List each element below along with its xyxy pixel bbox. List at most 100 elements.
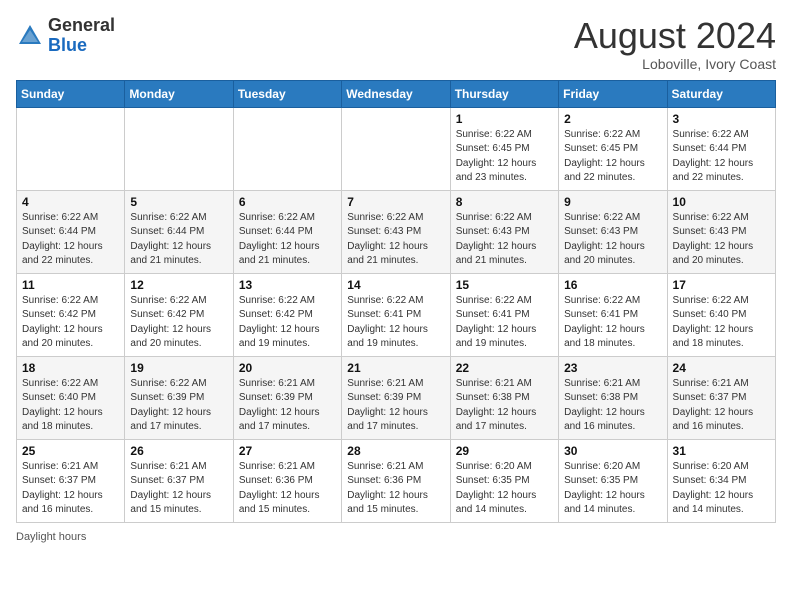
calendar-cell: 6Sunrise: 6:22 AM Sunset: 6:44 PM Daylig… [233,190,341,273]
day-detail: Sunrise: 6:21 AM Sunset: 6:36 PM Dayligh… [347,460,444,518]
calendar-cell: 23Sunrise: 6:21 AM Sunset: 6:38 PM Dayli… [559,356,667,439]
calendar-day-header: Sunday [17,80,125,107]
day-detail: Sunrise: 6:20 AM Sunset: 6:34 PM Dayligh… [673,460,770,518]
footer-note: Daylight hours [16,531,776,543]
daylight-hours-label: Daylight hours [16,531,86,543]
day-detail: Sunrise: 6:21 AM Sunset: 6:37 PM Dayligh… [130,460,227,518]
calendar-cell: 19Sunrise: 6:22 AM Sunset: 6:39 PM Dayli… [125,356,233,439]
calendar-week-row: 18Sunrise: 6:22 AM Sunset: 6:40 PM Dayli… [17,356,776,439]
day-number: 25 [22,444,119,458]
day-number: 31 [673,444,770,458]
day-detail: Sunrise: 6:22 AM Sunset: 6:41 PM Dayligh… [456,294,553,352]
day-detail: Sunrise: 6:21 AM Sunset: 6:36 PM Dayligh… [239,460,336,518]
day-detail: Sunrise: 6:22 AM Sunset: 6:40 PM Dayligh… [673,294,770,352]
month-year: August 2024 [574,16,776,56]
day-detail: Sunrise: 6:21 AM Sunset: 6:39 PM Dayligh… [239,377,336,435]
day-number: 15 [456,278,553,292]
day-detail: Sunrise: 6:22 AM Sunset: 6:44 PM Dayligh… [673,128,770,186]
day-detail: Sunrise: 6:22 AM Sunset: 6:45 PM Dayligh… [564,128,661,186]
calendar-cell: 17Sunrise: 6:22 AM Sunset: 6:40 PM Dayli… [667,273,775,356]
calendar-day-header: Wednesday [342,80,450,107]
calendar-cell [17,107,125,190]
calendar-cell: 1Sunrise: 6:22 AM Sunset: 6:45 PM Daylig… [450,107,558,190]
day-detail: Sunrise: 6:21 AM Sunset: 6:39 PM Dayligh… [347,377,444,435]
day-detail: Sunrise: 6:21 AM Sunset: 6:37 PM Dayligh… [22,460,119,518]
calendar-day-header: Thursday [450,80,558,107]
day-number: 27 [239,444,336,458]
calendar-cell: 4 Sunrise: 6:22 AM Sunset: 6:44 PM Daylig… [17,190,125,273]
calendar-week-row: 1Sunrise: 6:22 AM Sunset: 6:45 PM Daylig… [17,107,776,190]
calendar-cell: 27 Sunrise: 6:21 AM Sunset: 6:36 PM Dayli… [233,439,341,522]
day-number: 21 [347,361,444,375]
day-number: 3 [673,112,770,126]
calendar-cell [125,107,233,190]
day-number: 13 [239,278,336,292]
day-number: 4 [22,195,119,209]
calendar-day-header: Saturday [667,80,775,107]
day-number: 9 [564,195,661,209]
day-detail: Sunrise: 6:21 AM Sunset: 6:38 PM Dayligh… [564,377,661,435]
day-number: 16 [564,278,661,292]
day-number: 24 [673,361,770,375]
title-block: August 2024 Loboville, Ivory Coast [574,16,776,72]
day-number: 22 [456,361,553,375]
page-header: General Blue August 2024 Loboville, Ivor… [16,16,776,72]
day-detail: Sunrise: 6:21 AM Sunset: 6:38 PM Dayligh… [456,377,553,435]
calendar-cell: 21 Sunrise: 6:21 AM Sunset: 6:39 PM Dayli… [342,356,450,439]
day-detail: Sunrise: 6:22 AM Sunset: 6:43 PM Dayligh… [564,211,661,269]
day-number: 20 [239,361,336,375]
calendar-cell: 7Sunrise: 6:22 AM Sunset: 6:43 PM Daylig… [342,190,450,273]
calendar-cell: 20 Sunrise: 6:21 AM Sunset: 6:39 PM Dayli… [233,356,341,439]
calendar-week-row: 11Sunrise: 6:22 AM Sunset: 6:42 PM Dayli… [17,273,776,356]
day-number: 5 [130,195,227,209]
logo-general: General [48,15,115,35]
day-number: 18 [22,361,119,375]
day-detail: Sunrise: 6:22 AM Sunset: 6:42 PM Dayligh… [22,294,119,352]
day-detail: Sunrise: 6:20 AM Sunset: 6:35 PM Dayligh… [456,460,553,518]
day-number: 26 [130,444,227,458]
calendar-cell: 8 Sunrise: 6:22 AM Sunset: 6:43 PM Daylig… [450,190,558,273]
calendar-week-row: 4 Sunrise: 6:22 AM Sunset: 6:44 PM Daylig… [17,190,776,273]
calendar-cell: 13 Sunrise: 6:22 AM Sunset: 6:42 PM Dayli… [233,273,341,356]
day-detail: Sunrise: 6:21 AM Sunset: 6:37 PM Dayligh… [673,377,770,435]
day-detail: Sunrise: 6:22 AM Sunset: 6:41 PM Dayligh… [347,294,444,352]
calendar-cell: 14 Sunrise: 6:22 AM Sunset: 6:41 PM Dayli… [342,273,450,356]
calendar-cell: 10 Sunrise: 6:22 AM Sunset: 6:43 PM Dayli… [667,190,775,273]
calendar-cell [233,107,341,190]
day-number: 8 [456,195,553,209]
day-detail: Sunrise: 6:22 AM Sunset: 6:42 PM Dayligh… [130,294,227,352]
day-detail: Sunrise: 6:22 AM Sunset: 6:44 PM Dayligh… [239,211,336,269]
day-detail: Sunrise: 6:22 AM Sunset: 6:43 PM Dayligh… [456,211,553,269]
logo: General Blue [16,16,115,56]
calendar-cell: 16 Sunrise: 6:22 AM Sunset: 6:41 PM Dayli… [559,273,667,356]
calendar-cell: 22 Sunrise: 6:21 AM Sunset: 6:38 PM Dayli… [450,356,558,439]
day-detail: Sunrise: 6:22 AM Sunset: 6:41 PM Dayligh… [564,294,661,352]
day-number: 28 [347,444,444,458]
calendar-cell: 11Sunrise: 6:22 AM Sunset: 6:42 PM Dayli… [17,273,125,356]
calendar-day-header: Friday [559,80,667,107]
calendar-week-row: 25 Sunrise: 6:21 AM Sunset: 6:37 PM Dayli… [17,439,776,522]
calendar-cell: 30Sunrise: 6:20 AM Sunset: 6:35 PM Dayli… [559,439,667,522]
calendar-cell: 2 Sunrise: 6:22 AM Sunset: 6:45 PM Daylig… [559,107,667,190]
day-number: 14 [347,278,444,292]
calendar-cell: 26 Sunrise: 6:21 AM Sunset: 6:37 PM Dayli… [125,439,233,522]
day-number: 7 [347,195,444,209]
calendar-cell: 29Sunrise: 6:20 AM Sunset: 6:35 PM Dayli… [450,439,558,522]
calendar-cell: 18Sunrise: 6:22 AM Sunset: 6:40 PM Dayli… [17,356,125,439]
calendar-day-header: Monday [125,80,233,107]
day-number: 12 [130,278,227,292]
day-detail: Sunrise: 6:22 AM Sunset: 6:39 PM Dayligh… [130,377,227,435]
day-detail: Sunrise: 6:22 AM Sunset: 6:44 PM Dayligh… [130,211,227,269]
day-detail: Sunrise: 6:22 AM Sunset: 6:43 PM Dayligh… [673,211,770,269]
day-detail: Sunrise: 6:22 AM Sunset: 6:44 PM Dayligh… [22,211,119,269]
calendar-cell: 31 Sunrise: 6:20 AM Sunset: 6:34 PM Dayli… [667,439,775,522]
day-detail: Sunrise: 6:22 AM Sunset: 6:42 PM Dayligh… [239,294,336,352]
logo-text: General Blue [48,16,115,56]
day-number: 10 [673,195,770,209]
calendar-day-header: Tuesday [233,80,341,107]
day-detail: Sunrise: 6:22 AM Sunset: 6:45 PM Dayligh… [456,128,553,186]
calendar-cell [342,107,450,190]
day-number: 2 [564,112,661,126]
calendar-cell: 15 Sunrise: 6:22 AM Sunset: 6:41 PM Dayli… [450,273,558,356]
day-number: 30 [564,444,661,458]
